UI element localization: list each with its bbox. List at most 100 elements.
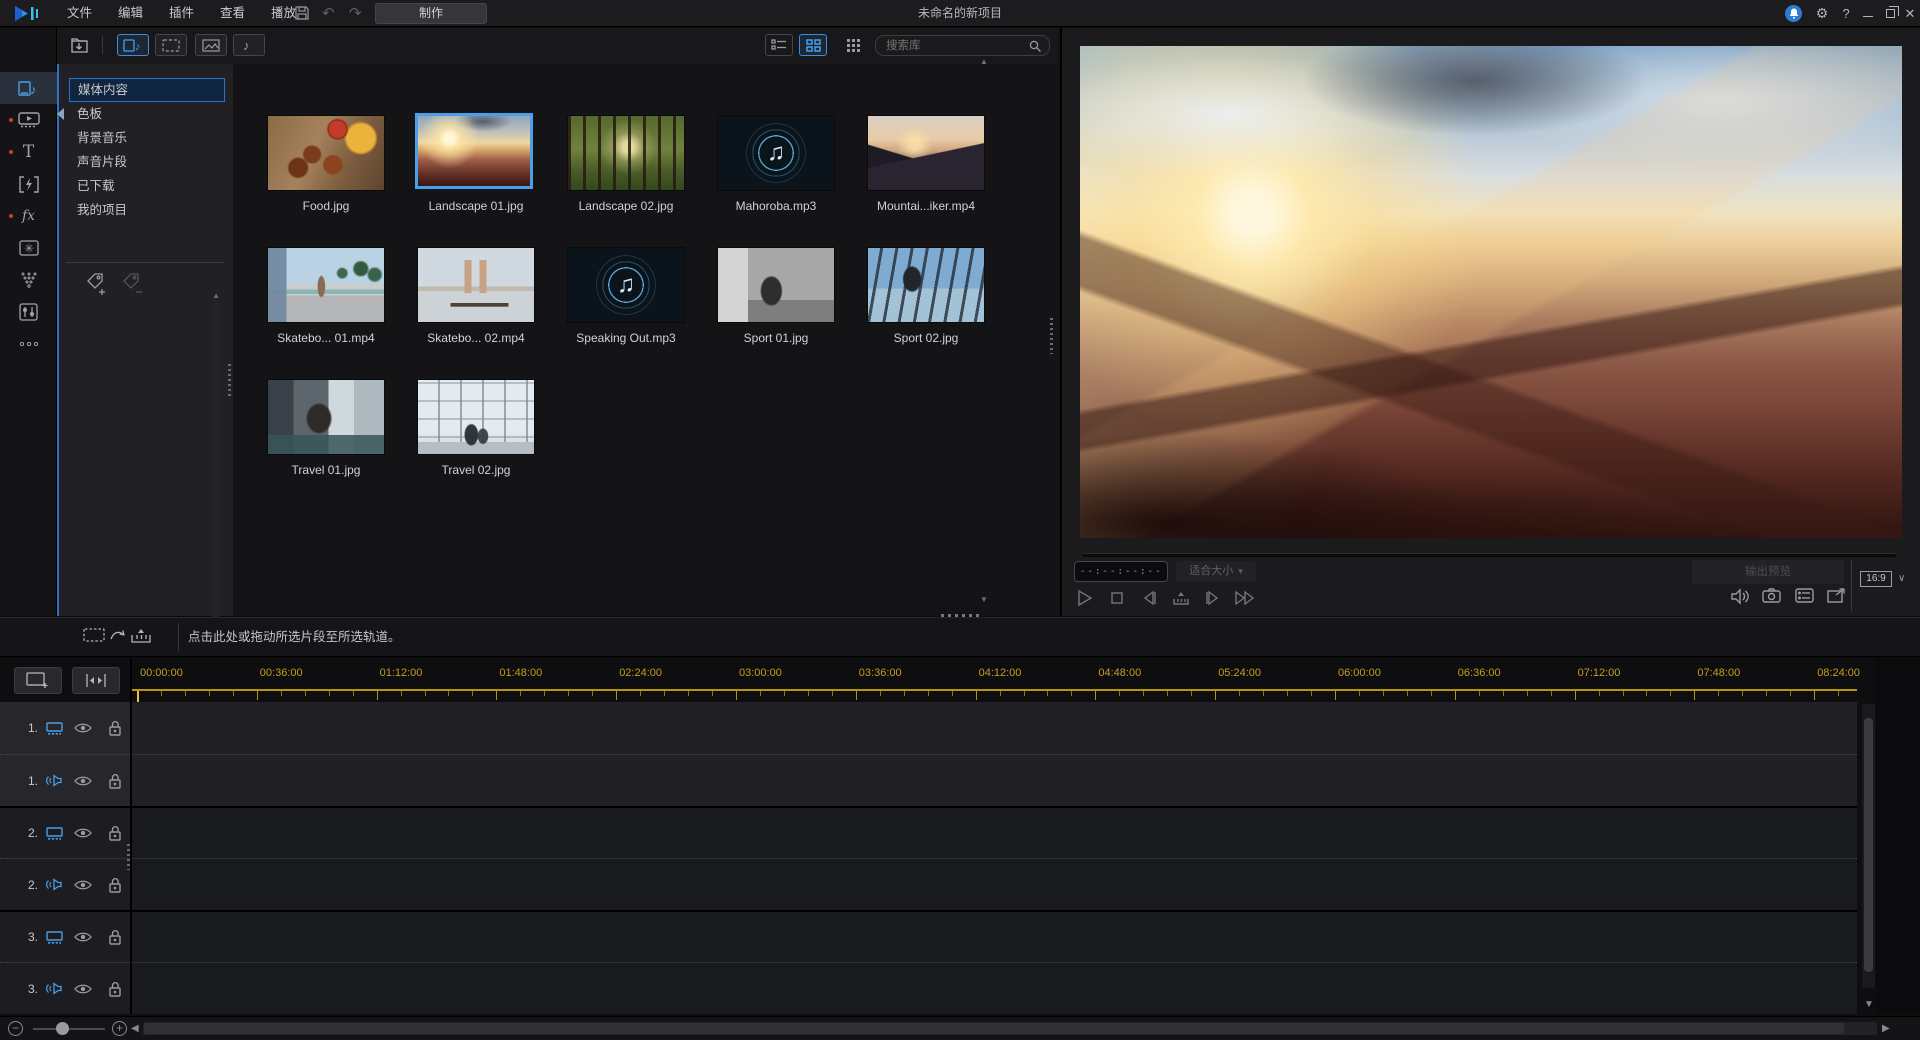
fit-size-dropdown[interactable]: 适合大小 [1176, 561, 1256, 582]
media-thumbnail-image[interactable] [417, 379, 535, 455]
sidebar-item-adjust-room[interactable] [0, 296, 57, 328]
previous-frame-button[interactable] [1136, 586, 1162, 610]
zoom-in-icon[interactable]: + [112, 1021, 127, 1036]
track-visibility-eye-icon[interactable] [70, 879, 96, 891]
grid-view-button[interactable] [799, 34, 827, 56]
sidebar-item-title-room[interactable]: T [0, 136, 57, 168]
track-lane-audio-1[interactable] [132, 754, 1857, 806]
scroll-down-icon[interactable]: ▼ [980, 596, 988, 604]
category-scrollbar[interactable] [212, 300, 219, 640]
notification-bell-icon[interactable] [1785, 5, 1802, 22]
track-height-handle[interactable] [127, 844, 130, 870]
scroll-down-icon[interactable]: ▼ [1864, 1000, 1874, 1010]
scroll-up-icon[interactable]: ▲ [980, 58, 988, 66]
media-thumbnail-audio[interactable] [717, 115, 835, 191]
menu-item-0[interactable]: 文件 [54, 0, 105, 27]
add-tag-icon[interactable] [85, 272, 111, 296]
redo-icon[interactable]: ↷ [349, 4, 362, 22]
close-button[interactable]: ✕ [1898, 0, 1920, 27]
filter-music-button[interactable]: ♪ [233, 34, 265, 56]
help-button[interactable]: ? [1834, 0, 1858, 27]
render-preview-button[interactable]: 输出预览 [1692, 560, 1844, 584]
list-view-button[interactable] [765, 34, 793, 56]
preview-seekbar[interactable] [1082, 553, 1896, 557]
media-thumbnail-image[interactable] [267, 379, 385, 455]
aspect-ratio-badge[interactable]: 16:9 [1860, 571, 1892, 587]
media-thumbnail-image[interactable] [867, 247, 985, 323]
sidebar-item-transition-room[interactable] [0, 168, 57, 200]
library-category-1[interactable]: 色板 [69, 102, 225, 126]
sidebar-item-media-room[interactable]: ♪ [0, 72, 57, 104]
media-thumbnail-audio[interactable] [567, 247, 685, 323]
media-thumbnail-video[interactable] [867, 115, 985, 191]
search-input[interactable] [886, 37, 1021, 54]
track-lane-audio-3[interactable] [132, 962, 1857, 1014]
track-lock-icon[interactable] [102, 981, 128, 997]
media-thumbnail-image[interactable] [567, 115, 685, 191]
vertical-splitter-handle[interactable] [941, 614, 981, 617]
chevron-down-icon[interactable]: ∨ [1898, 573, 1905, 584]
fast-forward-button[interactable] [1232, 586, 1258, 610]
save-icon[interactable] [294, 5, 310, 21]
library-category-2[interactable]: 背景音乐 [69, 126, 225, 150]
track-lane-video-3[interactable] [132, 910, 1857, 962]
track-lock-icon[interactable] [102, 877, 128, 893]
media-info-icon[interactable] [1795, 588, 1814, 603]
sidebar-item-particle-room[interactable]: ✳ [0, 232, 57, 264]
library-category-3[interactable]: 声音片段 [69, 150, 225, 174]
track-visibility-eye-icon[interactable] [70, 827, 96, 839]
menu-item-2[interactable]: 插件 [156, 0, 207, 27]
track-lock-icon[interactable] [102, 773, 128, 789]
import-media-icon[interactable] [66, 34, 92, 56]
snapshot-camera-icon[interactable] [1762, 588, 1781, 603]
settings-gear-icon[interactable]: ⚙ [1810, 0, 1834, 27]
zoom-out-icon[interactable]: − [8, 1021, 23, 1036]
track-header-audio-2[interactable]: 2. [0, 858, 130, 910]
track-header-audio-3[interactable]: 3. [0, 962, 130, 1014]
media-thumbnail-video[interactable] [267, 247, 385, 323]
library-preview-splitter[interactable] [1050, 318, 1053, 354]
scroll-right-icon[interactable]: ▶ [1882, 1024, 1890, 1034]
step-marker-button[interactable] [1168, 586, 1194, 610]
stop-button[interactable] [1104, 586, 1130, 610]
media-thumbnail-image[interactable] [267, 115, 385, 191]
track-header-audio-1[interactable]: 1. [0, 754, 130, 806]
media-thumbnail-image[interactable] [717, 247, 835, 323]
minimize-button[interactable] [1856, 0, 1880, 27]
remove-tag-icon[interactable] [121, 272, 147, 296]
track-header-video-1[interactable]: 1. [0, 702, 130, 754]
zoom-slider-track[interactable] [33, 1028, 105, 1030]
produce-button[interactable]: 制作 [375, 3, 487, 24]
sidebar-item-effect-room[interactable]: fx [0, 200, 57, 232]
library-category-0[interactable]: 媒体内容 [69, 78, 225, 102]
volume-icon[interactable] [1730, 588, 1750, 605]
media-thumbnail-video[interactable] [417, 247, 535, 323]
track-lane-video-1[interactable] [132, 702, 1857, 754]
media-scrollbar[interactable]: ▲ ▼ [980, 58, 988, 603]
track-visibility-eye-icon[interactable] [70, 775, 96, 787]
track-visibility-eye-icon[interactable] [70, 983, 96, 995]
dropzone-hint-bar[interactable]: 点击此处或拖动所选片段至所选轨道。 [0, 617, 1920, 657]
sidebar-item-more-rooms[interactable] [0, 328, 57, 360]
scroll-left-icon[interactable]: ◀ [131, 1024, 139, 1034]
track-visibility-eye-icon[interactable] [70, 931, 96, 943]
track-lane-audio-2[interactable] [132, 858, 1857, 910]
scroll-up-icon[interactable]: ▲ [212, 292, 220, 300]
filter-photo-button[interactable] [195, 34, 227, 56]
menu-item-1[interactable]: 编辑 [105, 0, 156, 27]
detach-window-icon[interactable] [1827, 588, 1846, 603]
timeline-hscrollbar[interactable] [143, 1022, 1877, 1035]
track-lock-icon[interactable] [102, 929, 128, 945]
zoom-slider-handle[interactable] [56, 1022, 69, 1035]
track-lock-icon[interactable] [102, 720, 128, 736]
undo-icon[interactable]: ↶ [322, 4, 335, 22]
track-header-video-2[interactable]: 2. [0, 806, 130, 858]
library-search[interactable] [875, 35, 1050, 56]
media-thumbnail-image[interactable] [415, 113, 533, 189]
panel-resize-handle[interactable] [228, 364, 231, 398]
timeline-ruler[interactable]: 00:00:0000:36:0001:12:0001:48:0002:24:00… [0, 658, 1920, 702]
library-category-5[interactable]: 我的项目 [69, 198, 225, 222]
library-category-4[interactable]: 已下载 [69, 174, 225, 198]
track-lane-video-2[interactable] [132, 806, 1857, 858]
library-menu-icon[interactable] [839, 34, 867, 56]
